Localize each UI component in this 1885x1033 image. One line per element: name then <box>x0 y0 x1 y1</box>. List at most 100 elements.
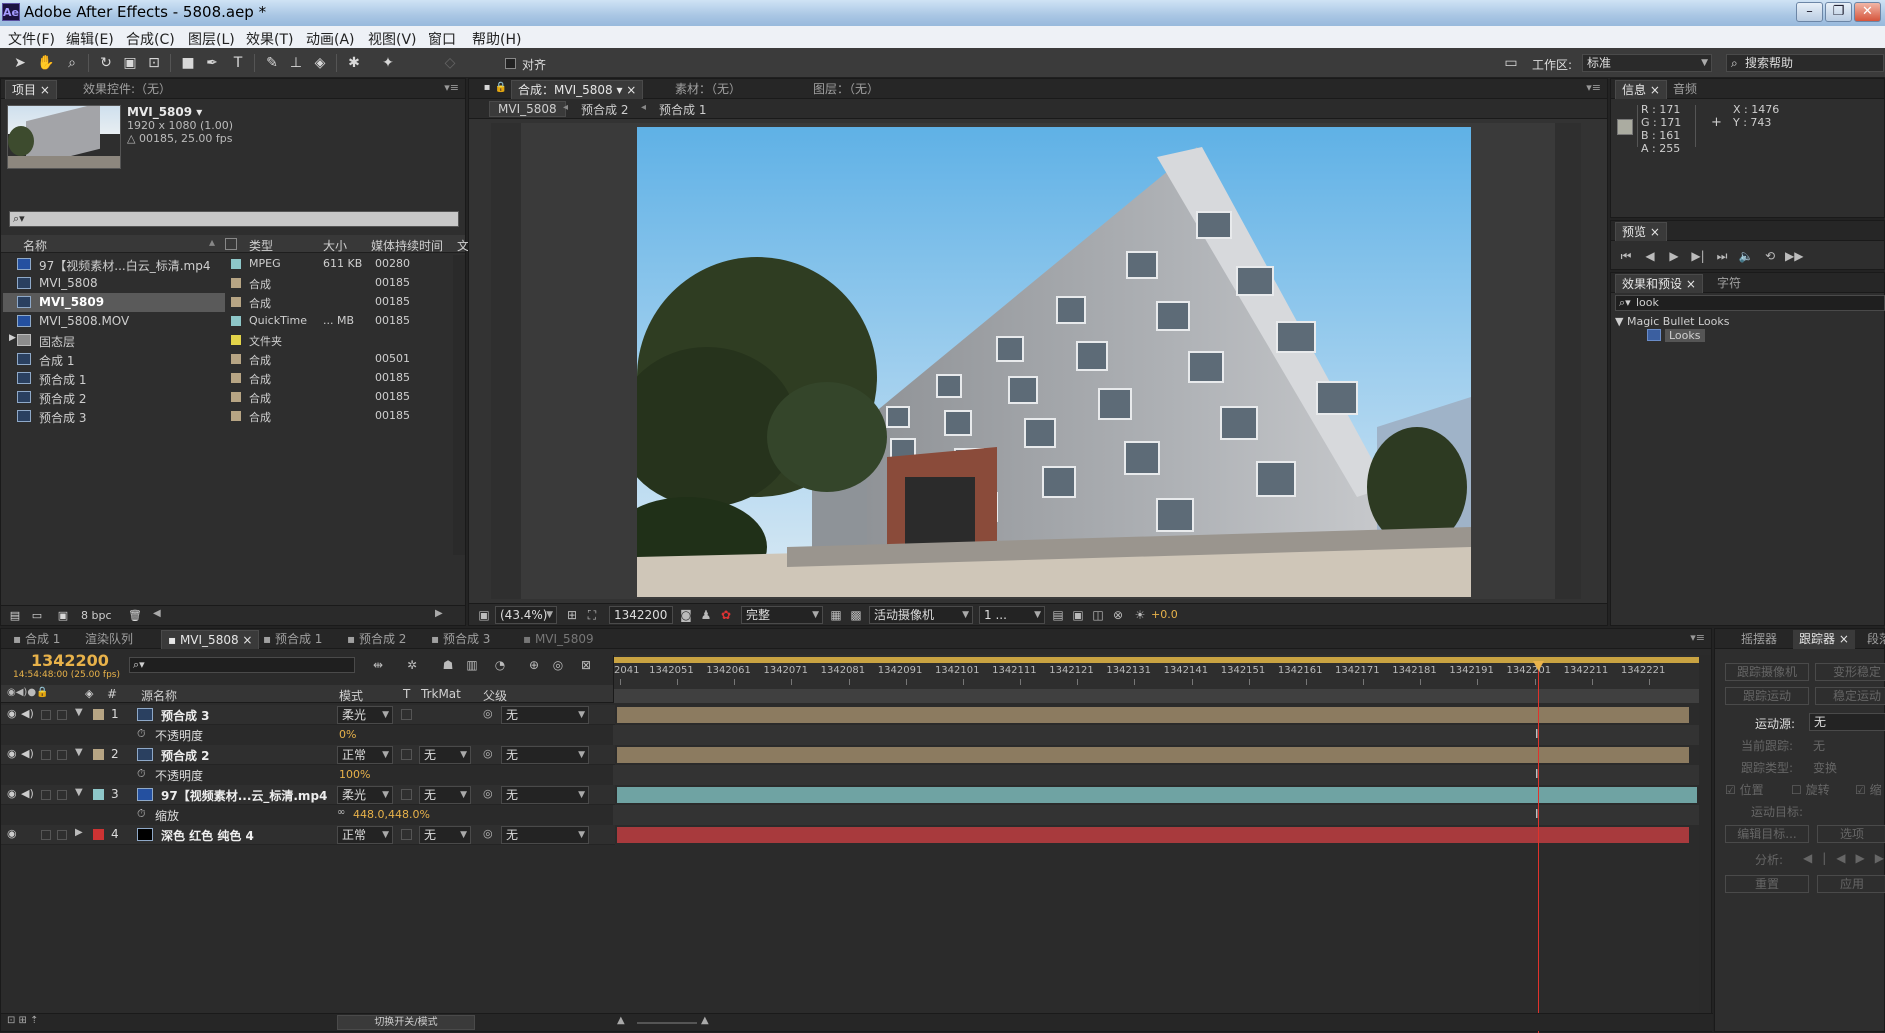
trkmat-dropdown[interactable]: 无 ▼ <box>419 826 471 844</box>
column-source-name[interactable]: 源名称 <box>141 687 177 704</box>
tab-project[interactable]: 项目 × <box>5 80 57 99</box>
project-scrollbar[interactable] <box>453 255 465 555</box>
effects-search-input[interactable]: ⌕▾ look <box>1615 295 1885 311</box>
playhead[interactable] <box>1538 661 1539 1033</box>
puppet-pin-tool-icon[interactable]: ✦ <box>378 53 398 73</box>
pan-behind-tool-icon[interactable]: ⊡ <box>144 53 164 73</box>
always-preview-icon[interactable]: ▣ <box>475 606 493 624</box>
channel-icon[interactable]: ✿ <box>717 606 735 624</box>
brainstorm-icon[interactable]: ◎ <box>549 656 567 674</box>
region-of-interest-icon[interactable]: ⛶ <box>583 606 601 624</box>
layer-duration-bar[interactable] <box>617 707 1689 723</box>
align-checkbox[interactable] <box>505 58 516 69</box>
menu-animation[interactable]: 动画(A) <box>306 29 355 49</box>
project-search-input[interactable]: ⌕▾ <box>9 211 459 227</box>
breadcrumb-precomp2[interactable]: 预合成 2 <box>581 101 628 118</box>
project-item-row[interactable]: MVI_5808.MOV <box>3 312 225 331</box>
blend-mode-dropdown[interactable]: 正常 ▼ <box>337 826 393 844</box>
scale-checkbox[interactable]: ☑ 缩 <box>1855 781 1882 798</box>
parent-dropdown[interactable]: 无 ▼ <box>501 786 589 804</box>
property-value[interactable]: 448.0,448.0% <box>353 808 430 821</box>
scroll-right-icon[interactable]: ▶ <box>435 608 443 619</box>
expand-layer-icon[interactable]: ▼ <box>75 707 83 718</box>
expand-layer-icon[interactable]: ▼ <box>75 747 83 758</box>
comp-viewer[interactable] <box>491 123 1581 599</box>
label-color-swatch[interactable] <box>231 354 241 364</box>
label-color-swatch[interactable] <box>231 316 241 326</box>
comp-frame-image[interactable] <box>637 127 1471 597</box>
layer-duration-bar[interactable] <box>617 747 1689 763</box>
blend-mode-dropdown[interactable]: 正常 ▼ <box>337 746 393 764</box>
camera-tool-icon[interactable]: ▣ <box>120 53 140 73</box>
project-item-row[interactable]: ▶ 固态层 <box>3 331 225 350</box>
zoom-tool-icon[interactable]: ⌕ <box>62 53 82 73</box>
composition-mini-flowchart-icon[interactable]: ⇹ <box>369 656 387 674</box>
hide-shy-layers-icon[interactable]: ☗ <box>439 656 457 674</box>
position-checkbox[interactable]: ☑ 位置 <box>1725 781 1764 798</box>
minimize-button[interactable]: – <box>1796 2 1823 22</box>
motion-blur-icon[interactable]: ◔ <box>491 656 509 674</box>
last-frame-icon[interactable]: ⏭ <box>1713 247 1731 265</box>
layer-name[interactable]: 预合成 3 <box>161 707 210 724</box>
property-value[interactable]: 0% <box>339 728 356 741</box>
pen-tool-icon[interactable]: ✒ <box>202 53 222 73</box>
layer-row[interactable]: ◉ ◀) ▼ 3 97【视频素材...云_标清.mp4 柔光 ▼ 无 ▼ ◎ 无 ▼ <box>1 785 615 805</box>
play-icon[interactable]: ▶ <box>1665 247 1683 265</box>
resolution-dropdown[interactable]: 完整 ▼ <box>741 606 823 624</box>
effect-looks[interactable]: Looks <box>1665 329 1705 342</box>
panel-menu-icon[interactable]: ▾≡ <box>444 81 459 94</box>
ram-preview-icon[interactable]: ▶▶ <box>1785 247 1803 265</box>
preserve-transparency-box[interactable] <box>401 829 412 840</box>
solo-box[interactable] <box>41 830 51 840</box>
label-column-icon[interactable] <box>225 238 237 250</box>
menu-window[interactable]: 窗口 <box>428 29 456 49</box>
previous-frame-icon[interactable]: ◀ <box>1641 247 1659 265</box>
current-timecode[interactable]: 1342200 <box>31 651 109 670</box>
track-type-value[interactable]: 变换 <box>1813 759 1837 776</box>
tab-precomp2[interactable]: ▪ 预合成 2 <box>341 630 412 649</box>
tab-mvi5808[interactable]: ▪ MVI_5808 × <box>161 630 260 649</box>
layer-name[interactable]: 预合成 2 <box>161 747 210 764</box>
zoom-slider[interactable] <box>637 1022 697 1024</box>
column-size[interactable]: 大小 <box>323 237 347 254</box>
grid-icon[interactable]: ⊞ <box>563 606 581 624</box>
maximize-button[interactable]: ❐ <box>1825 2 1852 22</box>
tab-precomp1[interactable]: ▪ 预合成 1 <box>257 630 328 649</box>
adjust-icon[interactable]: ⊠ <box>577 656 595 674</box>
rotate-tool-icon[interactable]: ↻ <box>96 53 116 73</box>
visibility-eye-icon[interactable]: ◉ <box>7 827 17 840</box>
close-button[interactable]: ✕ <box>1854 2 1881 22</box>
menu-edit[interactable]: 编辑(E) <box>66 29 114 49</box>
lock-box[interactable] <box>57 790 67 800</box>
label-color-swatch[interactable] <box>231 297 241 307</box>
tab-comp1[interactable]: ▪ 合成 1 <box>7 630 66 649</box>
checkerboard-icon[interactable]: ▩ <box>847 606 865 624</box>
track-camera-button[interactable]: 跟踪摄像机 <box>1725 663 1809 681</box>
expand-icon[interactable]: ▶ <box>9 333 16 343</box>
trash-icon[interactable]: 🗑 <box>125 606 145 626</box>
lock-box[interactable] <box>57 750 67 760</box>
preserve-transparency-box[interactable] <box>401 709 412 720</box>
constrain-proportions-icon[interactable]: ∞ <box>337 807 345 818</box>
new-composition-icon[interactable]: ▣ <box>53 606 73 626</box>
current-track-value[interactable]: 无 <box>1813 737 1825 754</box>
parent-dropdown[interactable]: 无 ▼ <box>501 746 589 764</box>
tab-wiggler[interactable]: 摇摆器 <box>1735 630 1783 649</box>
menu-layer[interactable]: 图层(L) <box>188 29 235 49</box>
interpret-footage-icon[interactable]: ▤ <box>5 606 25 626</box>
tab-preview[interactable]: 预览 × <box>1615 222 1667 241</box>
label-color-swatch[interactable] <box>231 373 241 383</box>
edit-target-button[interactable]: 编辑目标... <box>1725 825 1809 843</box>
tab-layer[interactable]: 图层：（无） <box>807 80 885 99</box>
timeline-icon[interactable]: ◫ <box>1089 606 1107 624</box>
zoom-out-icon[interactable]: ▲ <box>617 1015 625 1026</box>
column-duration[interactable]: 媒体持续时间 <box>371 237 443 254</box>
parent-dropdown[interactable]: 无 ▼ <box>501 706 589 724</box>
tab-composition[interactable]: 合成：MVI_5808 ▾ × <box>511 80 644 99</box>
menu-help[interactable]: 帮助(H) <box>472 29 521 49</box>
warp-stabilizer-button[interactable]: 变形稳定 <box>1815 663 1885 681</box>
expand-layer-icon[interactable]: ▼ <box>75 787 83 798</box>
column-trkmat[interactable]: TrkMat <box>421 687 461 701</box>
audio-speaker-icon[interactable]: ◀) <box>21 707 34 720</box>
roto-brush-tool-icon[interactable]: ✱ <box>344 53 364 73</box>
